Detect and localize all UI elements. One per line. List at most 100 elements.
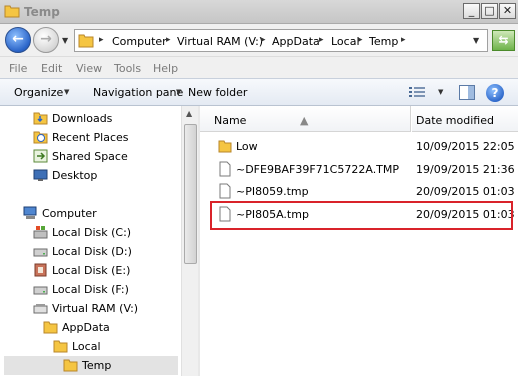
folder-icon: [218, 140, 232, 153]
title-bar: Temp _ □ ✕: [0, 0, 518, 24]
breadcrumb-separator[interactable]: ▸: [261, 35, 266, 45]
navigation-pane-dropdown-icon[interactable]: ▼: [176, 88, 181, 96]
column-header-date-label: Date modified: [416, 114, 494, 127]
breadcrumb-separator[interactable]: ▸: [358, 35, 363, 45]
maximize-button[interactable]: □: [481, 3, 498, 19]
recent-pages-dropdown[interactable]: ▼: [62, 36, 68, 45]
nav-item-local-disk-f[interactable]: Local Disk (F:): [33, 280, 173, 299]
breadcrumb-appdata[interactable]: AppData: [272, 35, 320, 48]
organize-button[interactable]: Organize: [14, 86, 63, 99]
menu-help[interactable]: Help: [153, 62, 178, 75]
menu-edit[interactable]: Edit: [41, 62, 62, 75]
forward-button[interactable]: →: [33, 27, 59, 53]
close-button[interactable]: ✕: [499, 3, 516, 19]
nav-item-appdata[interactable]: AppData: [43, 318, 173, 337]
back-arrow-icon: ←: [12, 31, 24, 47]
nav-item-local[interactable]: Local: [53, 337, 173, 356]
breadcrumb-computer[interactable]: Computer: [112, 35, 167, 48]
back-button[interactable]: ←: [5, 27, 31, 53]
file-name: ~PI8059.tmp: [236, 185, 309, 198]
nav-item-label: AppData: [62, 321, 110, 334]
column-header-name-label: Name: [214, 114, 247, 127]
navigation-pane: Downloads Recent Places Shared Space Des…: [0, 106, 181, 376]
drive-icon: [33, 286, 48, 295]
file-row[interactable]: ~PI8059.tmp 20/09/2015 01:03: [214, 182, 515, 201]
breadcrumb-separator[interactable]: ▸: [99, 35, 104, 45]
nav-item-label: Virtual RAM (V:): [52, 302, 139, 315]
breadcrumb-separator[interactable]: ▸: [166, 35, 171, 45]
nav-item-temp[interactable]: Temp: [4, 356, 178, 375]
nav-item-recent-places[interactable]: Recent Places: [33, 128, 173, 147]
menu-file[interactable]: File: [9, 62, 27, 75]
nav-item-label: Local Disk (E:): [52, 264, 131, 277]
refresh-icon: ⇆: [498, 33, 509, 47]
address-dropdown-icon[interactable]: ▼: [473, 36, 479, 45]
file-icon: [219, 183, 231, 199]
folder-icon: [53, 340, 68, 353]
highlight-annotation: [210, 201, 513, 230]
nav-item-label: Downloads: [52, 112, 113, 125]
nav-item-label: Recent Places: [52, 131, 129, 144]
scrollbar-thumb[interactable]: [184, 124, 197, 264]
help-icon[interactable]: ?: [486, 84, 504, 102]
nav-item-computer[interactable]: Computer: [23, 204, 173, 223]
nav-item-label: Local: [72, 340, 101, 353]
shared-space-icon: [33, 149, 48, 163]
downloads-folder-icon: [33, 112, 48, 125]
ram-drive-icon: [33, 304, 48, 314]
computer-icon: [23, 206, 37, 219]
address-bar[interactable]: ▸ Computer ▸ Virtual RAM (V:) ▸ AppData …: [74, 29, 488, 52]
file-list-pane: ▲ Name Date modified Low 10/09/2015 22:0…: [200, 106, 518, 376]
navigation-pane-button[interactable]: Navigation pane: [93, 86, 183, 99]
nav-item-label: Local Disk (F:): [52, 283, 129, 296]
breadcrumb-virtual-ram[interactable]: Virtual RAM (V:): [177, 35, 263, 48]
file-row[interactable]: ~DFE9BAF39F71C5722A.TMP 19/09/2015 21:36: [214, 160, 515, 179]
breadcrumb-separator[interactable]: ▸: [401, 35, 406, 45]
refresh-button[interactable]: ⇆: [492, 30, 515, 51]
file-name: Low: [236, 140, 258, 153]
nav-item-local-disk-e[interactable]: Local Disk (E:): [33, 261, 173, 280]
minimize-button[interactable]: _: [463, 3, 480, 19]
file-date: 20/09/2015 01:03: [416, 185, 515, 198]
navigation-pane-scrollbar[interactable]: ▲: [181, 106, 198, 376]
nav-item-label: Temp: [82, 359, 112, 372]
drive-icon: [33, 248, 48, 257]
nav-item-desktop[interactable]: Desktop: [33, 166, 173, 185]
organize-dropdown-icon[interactable]: ▼: [64, 88, 69, 96]
drive-icon: [34, 263, 47, 277]
breadcrumb-separator[interactable]: ▸: [319, 35, 324, 45]
nav-item-label: Desktop: [52, 169, 98, 182]
desktop-icon: [33, 169, 48, 181]
nav-item-label: Local Disk (D:): [52, 245, 132, 258]
nav-item-virtual-ram[interactable]: Virtual RAM (V:): [33, 299, 173, 318]
nav-item-downloads[interactable]: Downloads: [33, 109, 173, 128]
nav-item-local-disk-c[interactable]: Local Disk (C:): [33, 223, 173, 242]
folder-icon: [4, 5, 20, 18]
window-title: Temp: [24, 5, 60, 19]
breadcrumb-local[interactable]: Local: [331, 35, 360, 48]
column-header-date-modified[interactable]: Date modified: [412, 106, 518, 132]
folder-icon: [63, 359, 78, 372]
view-options-icon[interactable]: [409, 86, 425, 99]
breadcrumb-temp[interactable]: Temp: [369, 35, 398, 48]
folder-icon: [78, 34, 94, 48]
address-row: ← → ▼ ▸ Computer ▸ Virtual RAM (V:) ▸ Ap…: [0, 24, 518, 56]
file-name: ~DFE9BAF39F71C5722A.TMP: [236, 163, 400, 176]
column-header-name[interactable]: ▲ Name: [200, 106, 411, 132]
folder-icon: [43, 321, 58, 334]
sort-ascending-icon: ▲: [300, 114, 309, 127]
forward-arrow-icon: →: [40, 31, 52, 47]
file-row-low[interactable]: Low 10/09/2015 22:05: [214, 137, 515, 156]
windows-drive-icon: [33, 226, 48, 239]
new-folder-button[interactable]: New folder: [188, 86, 247, 99]
file-date: 10/09/2015 22:05: [416, 140, 515, 153]
preview-pane-icon[interactable]: [459, 85, 475, 100]
nav-item-label: Shared Space: [52, 150, 128, 163]
scroll-up-icon[interactable]: ▲: [186, 109, 192, 118]
nav-item-shared-space[interactable]: Shared Space: [33, 147, 173, 166]
view-dropdown-icon[interactable]: ▼: [438, 88, 443, 96]
menu-view[interactable]: View: [76, 62, 102, 75]
nav-item-label: Local Disk (C:): [52, 226, 132, 239]
menu-tools[interactable]: Tools: [114, 62, 141, 75]
nav-item-local-disk-d[interactable]: Local Disk (D:): [33, 242, 173, 261]
